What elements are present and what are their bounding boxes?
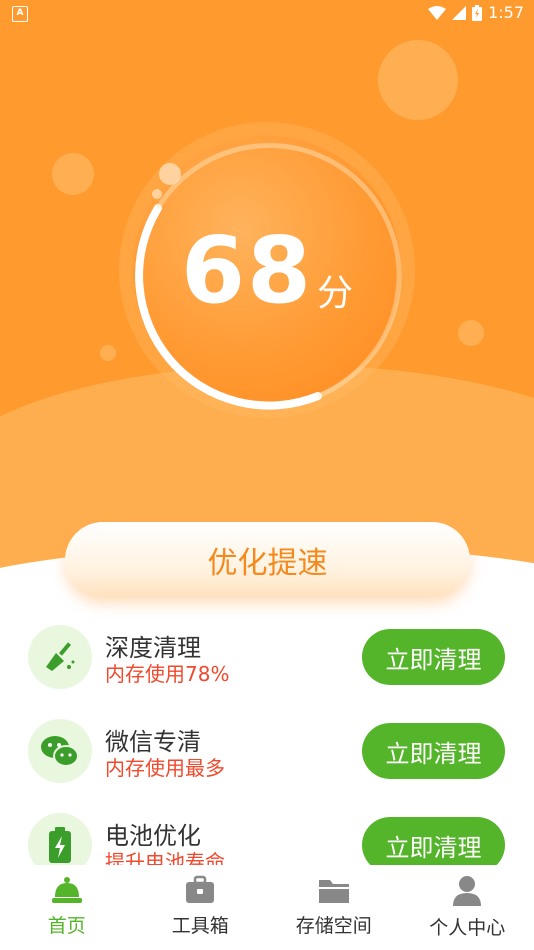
signal-icon — [452, 5, 467, 20]
tab-toolbox[interactable]: 工具箱 — [134, 865, 268, 950]
decorative-bubble — [458, 320, 484, 346]
home-bell-icon — [51, 877, 82, 903]
notification-icon: A — [12, 6, 28, 22]
person-icon — [453, 876, 482, 906]
score-meter: 68 分 — [113, 116, 421, 424]
tab-label: 个人中心 — [429, 917, 506, 939]
list-item-deep-clean: 深度清理 内存使用78% 立即清理 — [0, 610, 534, 690]
tab-label: 存储空间 — [295, 915, 372, 937]
tab-label: 首页 — [47, 915, 86, 937]
status-bar: A 1:57 — [0, 0, 534, 28]
clock-time: 1:57 — [488, 3, 524, 22]
score-display: 68 分 — [113, 116, 421, 424]
item-subtitle: 内存使用最多 — [105, 756, 225, 780]
broom-icon — [28, 625, 92, 689]
decorative-bubble — [378, 40, 458, 120]
folder-icon — [318, 880, 349, 903]
score-unit: 分 — [317, 273, 354, 314]
clean-now-button[interactable]: 立即清理 — [362, 723, 505, 779]
tab-storage[interactable]: 存储空间 — [267, 865, 401, 950]
tab-profile[interactable]: 个人中心 — [401, 865, 534, 950]
score-value: 68 — [180, 216, 313, 324]
clean-now-button[interactable]: 立即清理 — [362, 629, 505, 685]
wechat-icon — [28, 719, 92, 783]
item-subtitle: 内存使用78% — [105, 662, 230, 686]
decorative-bubble — [52, 153, 94, 195]
bottom-tab-bar: 首页 工具箱 存储空间 个人中心 — [0, 865, 534, 950]
tab-label: 工具箱 — [171, 915, 229, 937]
toolbox-icon — [186, 875, 215, 903]
battery-status-icon — [472, 4, 483, 21]
optimize-button[interactable]: 优化提速 — [65, 522, 470, 598]
tab-home[interactable]: 首页 — [0, 865, 134, 950]
list-item-wechat-clean: 微信专清 内存使用最多 立即清理 — [0, 704, 534, 784]
wifi-icon — [428, 5, 447, 20]
